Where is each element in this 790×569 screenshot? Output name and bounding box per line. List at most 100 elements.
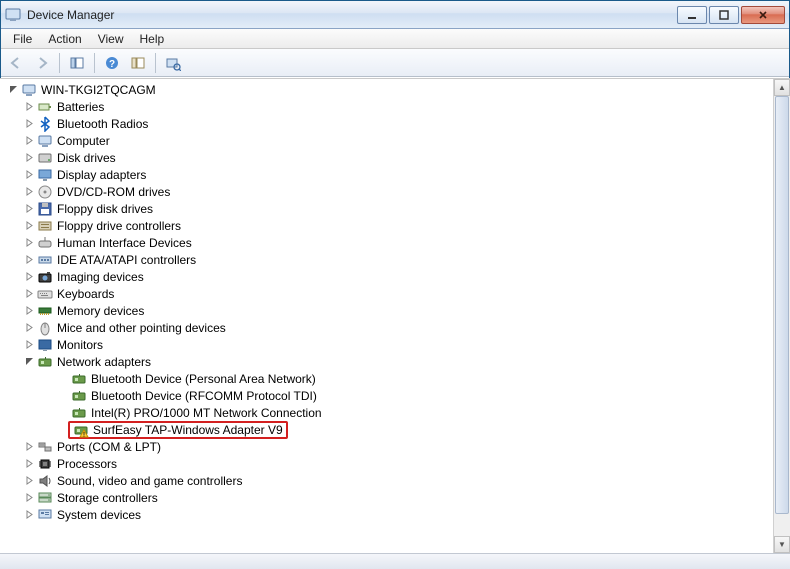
window-controls [675,6,785,24]
expand-icon[interactable] [22,150,37,165]
expand-icon[interactable] [22,320,37,335]
app-icon [5,7,21,23]
expand-icon[interactable] [22,490,37,505]
tree-category-label: Processors [57,457,117,471]
tree-category[interactable]: Storage controllers [6,489,773,506]
titlebar: Device Manager [1,1,789,29]
tree-category-label: Disk drives [57,151,116,165]
tree-category[interactable]: Sound, video and game controllers [6,472,773,489]
scroll-down-button[interactable]: ▼ [774,536,790,553]
tree-category[interactable]: Display adapters [6,166,773,183]
collapse-icon[interactable] [6,82,21,97]
expand-icon[interactable] [22,252,37,267]
expand-icon[interactable] [22,116,37,131]
highlight-box: ! SurfEasy TAP-Windows Adapter V9 [68,421,288,439]
maximize-button[interactable] [709,6,739,24]
expand-icon[interactable] [22,201,37,216]
network-icon [37,354,53,370]
expand-icon[interactable] [22,99,37,114]
menu-help[interactable]: Help [132,30,173,48]
tree-category-label: Human Interface Devices [57,236,192,250]
expand-icon[interactable] [22,507,37,522]
tree-category[interactable]: Keyboards [6,285,773,302]
tree-category[interactable]: Memory devices [6,302,773,319]
help-button[interactable]: ? [101,52,123,74]
cdrom-icon [37,184,53,200]
vertical-scrollbar[interactable]: ▲ ▼ [773,79,790,553]
tree-category[interactable]: Bluetooth Radios [6,115,773,132]
back-button[interactable] [5,52,27,74]
tree-category[interactable]: Ports (COM & LPT) [6,438,773,455]
keyboard-icon [37,286,53,302]
tree-device[interactable]: Bluetooth Device (Personal Area Network) [6,370,773,387]
computer-icon [37,133,53,149]
expand-icon[interactable] [22,303,37,318]
menu-view[interactable]: View [90,30,132,48]
tree-category-label: System devices [57,508,141,522]
forward-button[interactable] [31,52,53,74]
tree-category[interactable]: Processors [6,455,773,472]
expand-icon[interactable] [22,133,37,148]
tree-device[interactable]: Bluetooth Device (RFCOMM Protocol TDI) [6,387,773,404]
menu-action[interactable]: Action [40,30,89,48]
tree-category[interactable]: DVD/CD-ROM drives [6,183,773,200]
tree-category-label: Computer [57,134,110,148]
tree-device[interactable]: Intel(R) PRO/1000 MT Network Connection [6,404,773,421]
window-title: Device Manager [27,8,114,22]
tree-root[interactable]: WIN-TKGI2TQCAGM [6,81,773,98]
mouse-icon [37,320,53,336]
expand-icon[interactable] [22,218,37,233]
expand-icon[interactable] [22,286,37,301]
expand-icon[interactable] [22,439,37,454]
tree-category[interactable]: Batteries [6,98,773,115]
tree-category[interactable]: Disk drives [6,149,773,166]
tree-category-label: Mice and other pointing devices [57,321,226,335]
menubar: File Action View Help [1,29,789,49]
tree-device-highlighted[interactable]: ! SurfEasy TAP-Windows Adapter V9 [6,421,773,438]
sound-icon [37,473,53,489]
scroll-up-button[interactable]: ▲ [774,79,790,96]
minimize-button[interactable] [677,6,707,24]
expand-icon[interactable] [22,456,37,471]
device-tree[interactable]: WIN-TKGI2TQCAGM Batteries Bluetooth Radi… [0,79,773,553]
content-area: WIN-TKGI2TQCAGM Batteries Bluetooth Radi… [0,78,790,553]
tree-root-label: WIN-TKGI2TQCAGM [41,83,156,97]
expand-icon[interactable] [22,235,37,250]
expand-icon[interactable] [22,473,37,488]
scroll-thumb[interactable] [775,96,789,514]
toolbar-separator [94,53,95,73]
collapse-icon[interactable] [22,354,37,369]
tree-category[interactable]: Floppy drive controllers [6,217,773,234]
computer-icon [21,82,37,98]
tree-category-label: Storage controllers [57,491,158,505]
tree-category-label: Batteries [57,100,104,114]
tree-category-label: Ports (COM & LPT) [57,440,161,454]
expand-icon[interactable] [22,167,37,182]
tree-category[interactable]: Computer [6,132,773,149]
tree-category[interactable]: Network adapters [6,353,773,370]
toolbar-separator [59,53,60,73]
show-hide-tree-button[interactable] [66,52,88,74]
tree-category-label: DVD/CD-ROM drives [57,185,170,199]
menu-file[interactable]: File [5,30,40,48]
close-button[interactable] [741,6,785,24]
scroll-track[interactable] [774,96,790,536]
tree-category[interactable]: Mice and other pointing devices [6,319,773,336]
memory-icon [37,303,53,319]
expand-icon[interactable] [22,337,37,352]
network-warn-icon: ! [73,422,89,438]
tree-category[interactable]: Imaging devices [6,268,773,285]
tree-category-label: Floppy disk drives [57,202,153,216]
tree-category-label: Memory devices [57,304,144,318]
scan-hardware-button[interactable] [162,52,184,74]
tree-category-label: Monitors [57,338,103,352]
tree-category[interactable]: System devices [6,506,773,523]
tree-category[interactable]: IDE ATA/ATAPI controllers [6,251,773,268]
tree-category[interactable]: Floppy disk drives [6,200,773,217]
expand-icon[interactable] [22,269,37,284]
properties-button[interactable] [127,52,149,74]
tree-category[interactable]: Monitors [6,336,773,353]
expand-icon[interactable] [22,184,37,199]
floppy-ctrl-icon [37,218,53,234]
tree-category[interactable]: Human Interface Devices [6,234,773,251]
